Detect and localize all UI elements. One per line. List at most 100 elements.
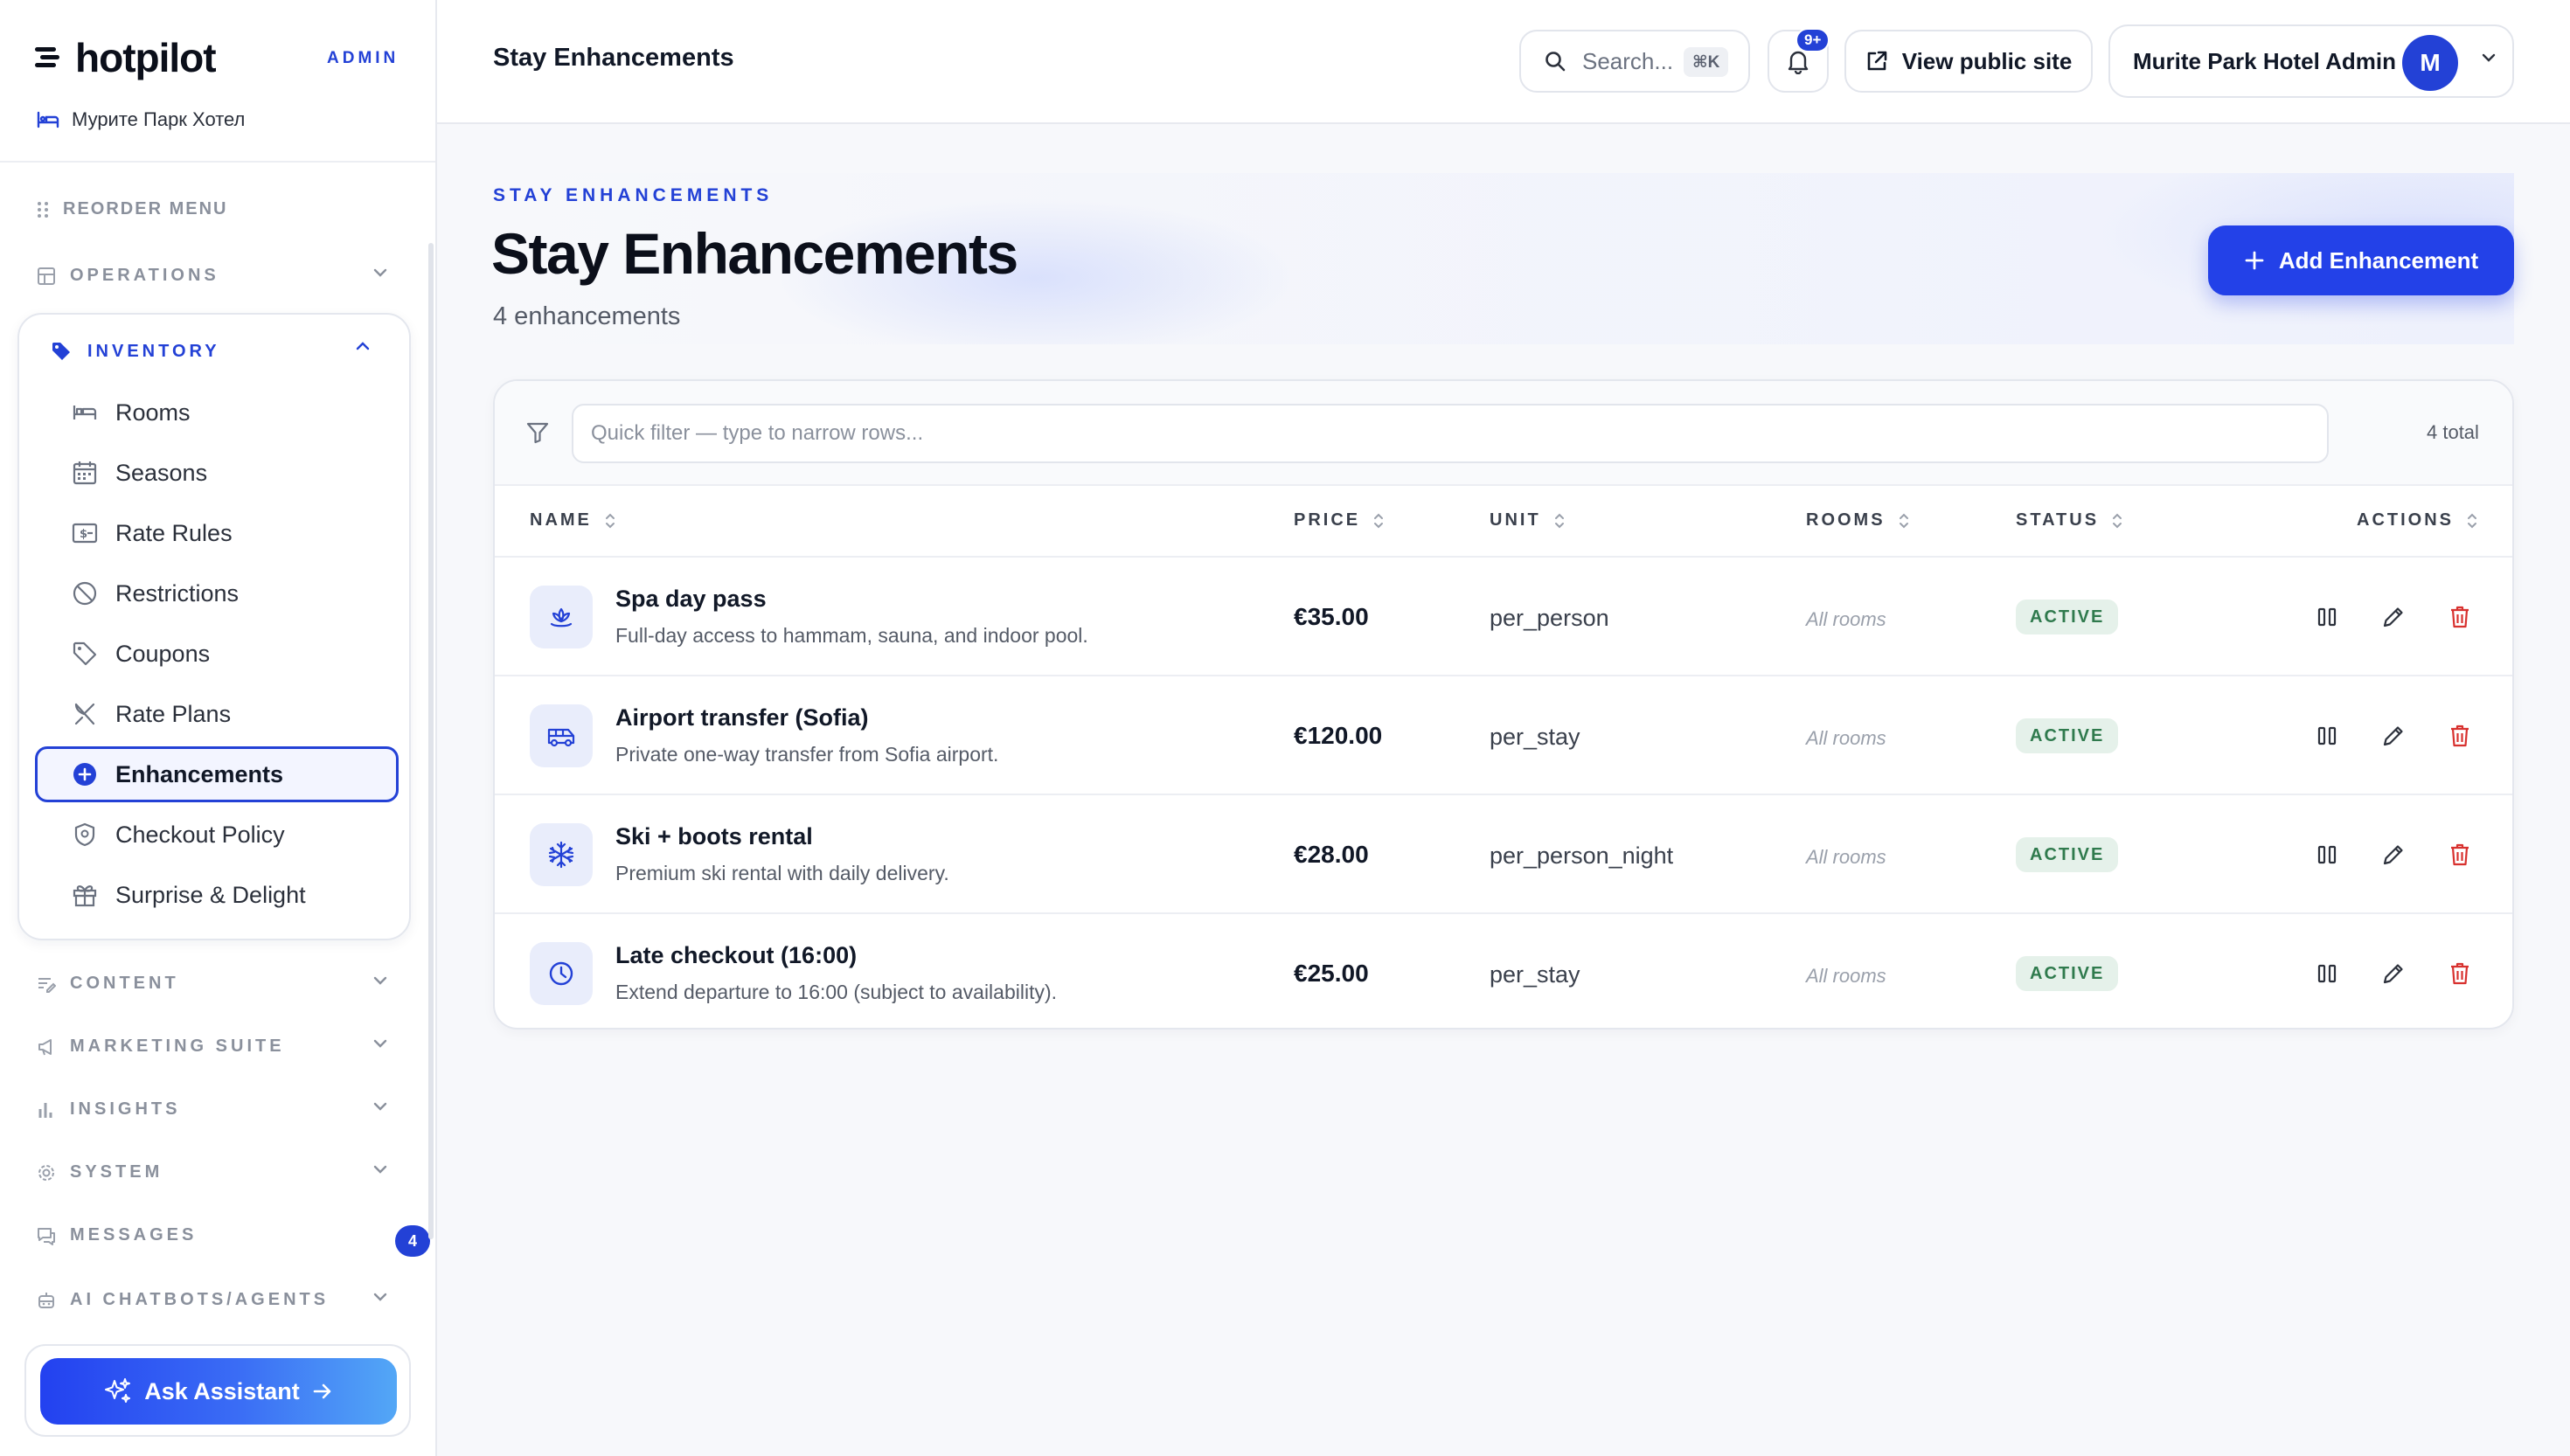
- delete-button[interactable]: [2444, 720, 2476, 752]
- nav-section-operations[interactable]: OPERATIONS: [37, 266, 387, 286]
- nav-section-marketing[interactable]: MARKETING SUITE: [37, 1037, 387, 1057]
- sidebar-scrollbar[interactable]: [428, 243, 434, 1239]
- enhancements-table: 4 total NAME PRICE UNIT ROOMS STATUS ACT…: [493, 379, 2514, 1030]
- delete-button[interactable]: [2444, 601, 2476, 633]
- reorder-menu-button[interactable]: REORDER MENU: [37, 199, 227, 219]
- messages-count-badge: 4: [395, 1225, 430, 1257]
- nav-section-content[interactable]: CONTENT: [37, 974, 387, 994]
- sidebar-item-rooms[interactable]: Rooms: [35, 385, 399, 440]
- nav-section-system[interactable]: SYSTEM: [37, 1162, 387, 1182]
- nav-section-ai-chatbots[interactable]: AI CHATBOTS/AGENTS: [37, 1290, 387, 1310]
- view-public-site-button[interactable]: View public site: [1844, 30, 2093, 93]
- chevron-down-icon: [373, 1102, 387, 1111]
- pause-columns-icon: [2317, 607, 2337, 627]
- pause-columns-icon: [2317, 964, 2337, 983]
- notifications-button[interactable]: 9+: [1768, 28, 1830, 93]
- brand-logo[interactable]: hotpilot: [35, 31, 217, 84]
- sidebar-item-restrictions[interactable]: Restrictions: [35, 565, 399, 621]
- account-menu[interactable]: Murite Park Hotel Admin M: [2108, 24, 2514, 98]
- table-row[interactable]: Ski + boots rental Premium ski rental wi…: [495, 795, 2512, 914]
- top-bar-title: Stay Enhancements: [493, 44, 734, 72]
- sidebar-item-coupons[interactable]: Coupons: [35, 626, 399, 682]
- sidebar-item-label: Coupons: [115, 640, 211, 667]
- edit-button[interactable]: [2378, 601, 2409, 633]
- column-label: STATUS: [2016, 510, 2100, 530]
- drag-handle-icon: [38, 201, 48, 218]
- bed-icon: [37, 111, 59, 128]
- search-shortcut: ⌘K: [1684, 47, 1729, 77]
- trash-icon: [2451, 606, 2469, 628]
- nav-section-messages[interactable]: MESSAGES 4: [37, 1225, 430, 1257]
- sidebar-item-label: Rate Plans: [115, 700, 232, 727]
- sidebar-item-seasons[interactable]: Seasons: [35, 445, 399, 501]
- sidebar-item-checkout-policy[interactable]: Checkout Policy: [35, 807, 399, 863]
- brand-name: hotpilot: [75, 35, 217, 80]
- avatar: M: [2402, 35, 2458, 91]
- search-button[interactable]: Search... ⌘K: [1519, 30, 1750, 93]
- sidebar-item-surprise-delight[interactable]: Surprise & Delight: [35, 867, 399, 923]
- ask-assistant-label: Ask Assistant: [144, 1377, 300, 1404]
- sort-icon: [1374, 513, 1384, 528]
- enhancement-price: €120.00: [1294, 722, 1383, 749]
- operations-label: OPERATIONS: [70, 266, 219, 285]
- sparkle-icon: [105, 1378, 131, 1403]
- toggle-columns-button[interactable]: [2311, 958, 2343, 989]
- table-row[interactable]: Airport transfer (Sofia) Private one-way…: [495, 676, 2512, 795]
- hotel-selector[interactable]: Мурите Парк Хотел: [37, 108, 245, 131]
- ask-assistant-panel: Ask Assistant: [24, 1344, 411, 1437]
- pencil-icon: [2383, 726, 2403, 746]
- toggle-columns-button[interactable]: [2311, 720, 2343, 752]
- bar-chart-icon: [38, 1102, 52, 1118]
- table-row[interactable]: Late checkout (16:00) Extend departure t…: [495, 914, 2512, 1028]
- quick-filter-input[interactable]: [572, 404, 2329, 463]
- column-header-name[interactable]: NAME: [530, 510, 616, 530]
- sidebar-item-label: Restrictions: [115, 579, 240, 607]
- column-label: ACTIONS: [2357, 510, 2454, 530]
- enhancement-description: Private one-way transfer from Sofia airp…: [615, 743, 999, 766]
- chevron-down-icon: [373, 1039, 387, 1048]
- hotel-name: Мурите Парк Хотел: [72, 108, 246, 130]
- sidebar-item-enhancements[interactable]: Enhancements: [35, 746, 399, 802]
- enhancement-name: Airport transfer (Sofia): [615, 704, 869, 731]
- enhancement-description: Premium ski rental with daily delivery.: [615, 862, 949, 884]
- nav-section-insights[interactable]: INSIGHTS: [37, 1099, 387, 1120]
- enhancement-price: €35.00: [1294, 603, 1369, 630]
- edit-button[interactable]: [2378, 720, 2409, 752]
- delete-button[interactable]: [2444, 839, 2476, 870]
- pause-columns-icon: [2317, 726, 2337, 745]
- sort-icon: [605, 513, 615, 528]
- megaphone-icon: [38, 1038, 52, 1055]
- toggle-columns-button[interactable]: [2311, 601, 2343, 633]
- ask-assistant-button[interactable]: Ask Assistant: [40, 1358, 397, 1425]
- nav-section-inventory[interactable]: INVENTORY: [51, 341, 370, 362]
- sidebar-item-label: Rooms: [115, 399, 191, 426]
- reorder-label: REORDER MENU: [63, 199, 228, 218]
- sidebar-item-label: Enhancements: [115, 760, 284, 787]
- sidebar-item-rate-rules[interactable]: $ Rate Rules: [35, 505, 399, 561]
- add-enhancement-button[interactable]: Add Enhancement: [2208, 225, 2514, 295]
- table-header: NAME PRICE UNIT ROOMS STATUS ACTIONS: [495, 486, 2512, 558]
- sidebar-item-rate-plans[interactable]: Rate Plans: [35, 686, 399, 742]
- column-label: PRICE: [1294, 510, 1361, 530]
- trash-icon: [2451, 962, 2469, 985]
- edit-button[interactable]: [2378, 958, 2409, 989]
- column-header-rooms[interactable]: ROOMS: [1806, 510, 1910, 530]
- sidebar-item-label: Checkout Policy: [115, 821, 285, 848]
- column-header-unit[interactable]: UNIT: [1490, 510, 1566, 530]
- page-title: Stay Enhancements: [491, 221, 1018, 286]
- toggle-columns-button[interactable]: [2311, 839, 2343, 870]
- column-header-price[interactable]: PRICE: [1294, 510, 1385, 530]
- sidebar-item-label: Surprise & Delight: [115, 881, 306, 908]
- filter-icon: [526, 422, 549, 444]
- edit-button[interactable]: [2378, 839, 2409, 870]
- status-badge: ACTIVE: [2016, 600, 2119, 634]
- column-header-status[interactable]: STATUS: [2016, 510, 2123, 530]
- delete-button[interactable]: [2444, 958, 2476, 989]
- sidebar: hotpilot ADMIN Мурите Парк Хотел REORDER…: [0, 0, 437, 1456]
- status-badge: ACTIVE: [2016, 956, 2119, 991]
- column-header-actions[interactable]: ACTIONS: [2357, 510, 2478, 530]
- sort-icon: [2468, 513, 2476, 528]
- status-badge: ACTIVE: [2016, 718, 2119, 753]
- table-row[interactable]: Spa day pass Full-day access to hammam, …: [495, 558, 2512, 676]
- content-label: CONTENT: [70, 974, 179, 993]
